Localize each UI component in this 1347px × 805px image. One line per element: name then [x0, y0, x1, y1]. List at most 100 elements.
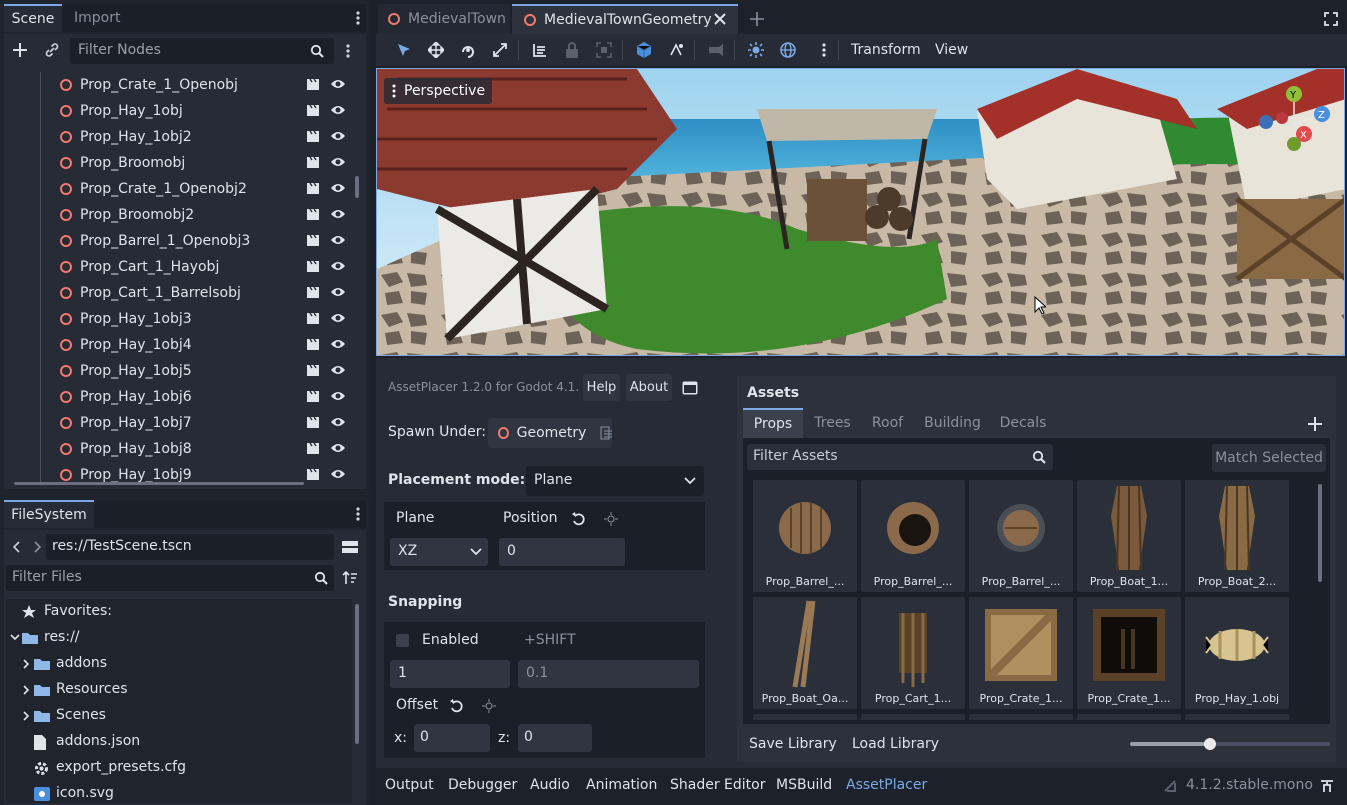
move-tool-icon[interactable] — [426, 40, 446, 60]
fullscreen-icon[interactable] — [1322, 10, 1340, 28]
enabled-checkbox[interactable] — [396, 634, 409, 647]
clapperboard-icon[interactable] — [306, 468, 320, 481]
forward-icon[interactable] — [30, 538, 44, 556]
clapperboard-icon[interactable] — [306, 208, 320, 221]
clapperboard-icon[interactable] — [306, 312, 320, 325]
tab-medievaltown[interactable]: MedievalTown — [378, 4, 510, 34]
asset-tab-decals[interactable]: Decals — [992, 408, 1054, 438]
asset-item[interactable]: Prop_Boat_Oa... — [753, 597, 857, 709]
tree-node[interactable]: Prop_Hay_1obj9 — [6, 462, 354, 482]
add-node-icon[interactable] — [10, 40, 30, 60]
pick-offset-icon[interactable] — [480, 697, 498, 715]
chevron-right-icon[interactable] — [23, 711, 30, 721]
list-select-icon[interactable] — [530, 40, 550, 60]
fs-menu-icon[interactable] — [352, 506, 364, 522]
add-library-icon[interactable] — [1306, 415, 1324, 433]
lock-icon[interactable] — [562, 40, 582, 60]
asset-item[interactable]: Prop_Cart_1... — [861, 597, 965, 709]
reset-offset-icon[interactable] — [448, 697, 466, 715]
visibility-eye-icon[interactable] — [330, 416, 346, 428]
clapperboard-icon[interactable] — [306, 130, 320, 143]
x-field[interactable]: 0 — [414, 724, 490, 752]
bottom-tab-shader-editor[interactable]: Shader Editor — [670, 777, 765, 793]
filter-assets-input[interactable]: Filter Assets — [747, 444, 1053, 470]
filter-files-input[interactable]: Filter Files — [6, 565, 334, 591]
asset-item[interactable]: Prop_Barrel_... — [753, 480, 857, 592]
asset-item[interactable]: Prop_Crate_1... — [969, 597, 1073, 709]
pin-panel-icon[interactable] — [1318, 777, 1336, 795]
match-selected-button[interactable]: Match Selected — [1212, 444, 1326, 472]
clapperboard-icon[interactable] — [306, 364, 320, 377]
reset-icon[interactable] — [570, 510, 588, 528]
more-options-icon[interactable] — [814, 40, 834, 60]
select-tool-icon[interactable] — [394, 40, 414, 60]
tree-node[interactable]: Prop_Cart_1_Hayobj — [6, 254, 354, 280]
tree-node[interactable]: Prop_Hay_1obj5 — [6, 358, 354, 384]
visibility-eye-icon[interactable] — [330, 78, 346, 90]
visibility-eye-icon[interactable] — [330, 286, 346, 298]
visibility-eye-icon[interactable] — [330, 364, 346, 376]
tree-hscrollbar[interactable] — [14, 482, 304, 485]
visibility-eye-icon[interactable] — [330, 260, 346, 272]
z-field[interactable]: 0 — [518, 724, 592, 752]
add-tab-icon[interactable] — [748, 10, 766, 28]
tree-scrollbar[interactable] — [355, 176, 359, 198]
close-tab-icon[interactable] — [712, 11, 728, 27]
visibility-eye-icon[interactable] — [330, 338, 346, 350]
asset-item[interactable] — [1077, 714, 1181, 720]
clapperboard-icon[interactable] — [306, 260, 320, 273]
visibility-eye-icon[interactable] — [330, 104, 346, 116]
gizmo-axes-icon[interactable]: Y Z X — [1256, 84, 1334, 154]
bottom-tab-msbuild[interactable]: MSBuild — [776, 777, 832, 793]
load-library-button[interactable]: Load Library — [852, 736, 939, 752]
clapperboard-icon[interactable] — [306, 338, 320, 351]
sort-icon[interactable] — [340, 569, 360, 587]
window-icon[interactable] — [680, 378, 700, 398]
visibility-eye-icon[interactable] — [330, 312, 346, 324]
tab-filesystem[interactable]: FileSystem — [4, 500, 94, 528]
plane-select[interactable]: XZ — [390, 538, 488, 566]
asset-tab-props[interactable]: Props — [743, 408, 803, 438]
tree-node[interactable]: Prop_Crate_1_Openobj2 — [6, 176, 354, 202]
clapperboard-icon[interactable] — [306, 182, 320, 195]
bottom-tab-audio[interactable]: Audio — [530, 777, 570, 793]
asset-tab-trees[interactable]: Trees — [803, 408, 862, 438]
tab-scene[interactable]: Scene — [4, 4, 62, 32]
scene-menu-icon[interactable] — [342, 42, 354, 60]
save-library-button[interactable]: Save Library — [749, 736, 837, 752]
clapperboard-icon[interactable] — [306, 156, 320, 169]
visibility-eye-icon[interactable] — [330, 390, 346, 402]
tree-node[interactable]: Prop_Barrel_1_Openobj3 — [6, 228, 354, 254]
asset-item[interactable] — [753, 714, 857, 720]
link-icon[interactable] — [42, 40, 62, 60]
tree-node[interactable]: Prop_Hay_1obj7 — [6, 410, 354, 436]
perspective-button[interactable]: Perspective — [384, 78, 492, 104]
asset-item[interactable]: Prop_Hay_1.obj — [1185, 597, 1289, 709]
group-icon[interactable] — [594, 40, 614, 60]
zoom-slider-handle[interactable] — [1204, 738, 1216, 750]
asset-tab-building[interactable]: Building — [913, 408, 992, 438]
tree-node[interactable]: Prop_Hay_1obj6 — [6, 384, 354, 410]
bottom-tab-output[interactable]: Output — [385, 777, 434, 793]
clapperboard-icon[interactable] — [306, 416, 320, 429]
asset-item[interactable]: Prop_Crate_1... — [1077, 597, 1181, 709]
camera-icon[interactable] — [706, 40, 726, 60]
tab-import[interactable]: Import — [74, 4, 120, 32]
tree-node[interactable]: Prop_Hay_1obj — [6, 98, 354, 124]
asset-item[interactable] — [1185, 714, 1289, 720]
visibility-eye-icon[interactable] — [330, 442, 346, 454]
spawn-under-button[interactable]: Geometry — [488, 418, 612, 448]
tree-node[interactable]: Prop_Broomobj2 — [6, 202, 354, 228]
tree-node[interactable]: Prop_Hay_1obj8 — [6, 436, 354, 462]
placement-mode-select[interactable]: Plane — [526, 466, 704, 496]
sun-icon[interactable] — [746, 40, 766, 60]
globe-icon[interactable] — [778, 40, 798, 60]
asset-item[interactable]: Prop_Boat_2... — [1185, 480, 1289, 592]
clapperboard-icon[interactable] — [306, 234, 320, 247]
tree-node[interactable]: Prop_Hay_1obj3 — [6, 306, 354, 332]
filter-nodes-input[interactable]: Filter Nodes — [70, 38, 334, 64]
tree-node[interactable]: Prop_Hay_1obj4 — [6, 332, 354, 358]
view-menu[interactable]: View — [935, 42, 968, 58]
asset-item[interactable] — [861, 714, 965, 720]
bottom-tab-assetplacer[interactable]: AssetPlacer — [846, 777, 927, 793]
